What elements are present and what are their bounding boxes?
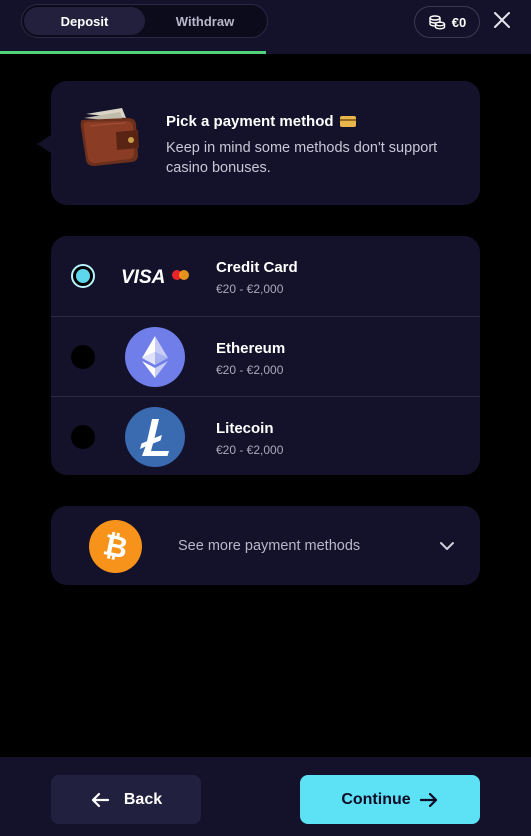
back-button[interactable]: Back — [51, 775, 201, 824]
tab-withdraw[interactable]: Withdraw — [145, 7, 265, 35]
credit-card-icon — [339, 116, 356, 127]
info-title: Pick a payment method — [166, 113, 356, 130]
wallet-icon — [80, 108, 139, 166]
payment-method-ethereum[interactable]: Ethereum €20 - €2,000 — [51, 316, 480, 396]
litecoin-icon — [125, 407, 185, 467]
radio-credit-card[interactable] — [71, 264, 95, 288]
payment-method-credit-card[interactable]: VISA Credit Card €20 - €2,000 — [51, 236, 480, 316]
continue-button[interactable]: Continue — [300, 775, 480, 824]
method-range-ethereum: €20 - €2,000 — [216, 363, 284, 377]
method-name-ethereum: Ethereum — [216, 340, 286, 357]
arrow-left-icon — [91, 792, 109, 807]
continue-label: Continue — [341, 790, 411, 808]
more-methods-toggle[interactable]: ₿ See more payment methods — [51, 506, 480, 585]
balance-amount: €0 — [451, 14, 467, 30]
more-methods-label: See more payment methods — [178, 538, 361, 554]
coins-icon — [429, 15, 445, 30]
visa-logo-text: VISA — [121, 267, 165, 288]
method-name-credit-card: Credit Card — [216, 259, 298, 276]
close-icon[interactable] — [491, 9, 513, 31]
method-range-credit-card: €20 - €2,000 — [216, 282, 284, 296]
info-title-text: Pick a payment method — [166, 113, 334, 130]
visa-mastercard-icon: VISA — [121, 246, 189, 306]
chevron-down-icon — [440, 542, 454, 550]
progress-bar — [0, 51, 266, 54]
arrow-right-icon — [419, 792, 437, 807]
info-text: Keep in mind some methods don't support … — [166, 140, 438, 176]
method-name-litecoin: Litecoin — [216, 420, 274, 437]
tab-deposit[interactable]: Deposit — [24, 7, 145, 35]
radio-ethereum[interactable] — [71, 345, 95, 369]
deposit-withdraw-tabs: Deposit Withdraw — [21, 4, 268, 38]
balance-button[interactable]: €0 — [414, 6, 480, 38]
info-card-pointer — [37, 135, 51, 153]
back-label: Back — [123, 790, 163, 808]
ethereum-icon — [125, 327, 185, 387]
payment-method-litecoin[interactable]: Litecoin €20 - €2,000 — [51, 396, 480, 475]
radio-litecoin[interactable] — [71, 425, 95, 449]
method-range-litecoin: €20 - €2,000 — [216, 443, 284, 457]
bitcoin-icon: ₿ — [89, 520, 142, 573]
payment-methods-list: VISA Credit Card €20 - €2,000 Ethereum €… — [51, 236, 480, 475]
